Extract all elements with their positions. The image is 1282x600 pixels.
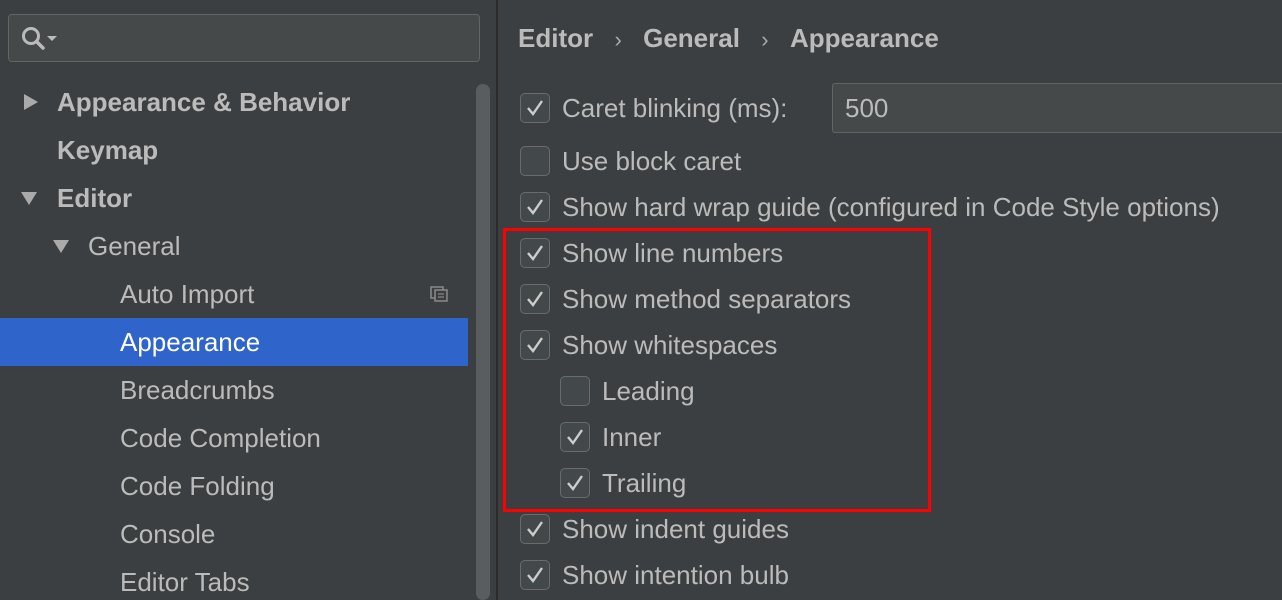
tree-item-auto-import[interactable]: Auto Import <box>0 270 468 318</box>
indent-guides-checkbox[interactable] <box>520 514 550 544</box>
tree-item-appearance[interactable]: Appearance <box>0 318 468 366</box>
checkmark-icon <box>527 521 543 537</box>
breadcrumb-item[interactable]: General <box>643 23 740 53</box>
tree-item-code-folding[interactable]: Code Folding <box>0 462 468 510</box>
highlight-annotation-box <box>503 228 931 512</box>
tree-item-label: General <box>88 231 181 261</box>
collapse-arrow-icon[interactable] <box>52 222 72 270</box>
tree-item-console[interactable]: Console <box>0 510 468 558</box>
tree-item-general[interactable]: General <box>0 222 468 270</box>
sidebar-scrollbar-thumb[interactable] <box>476 84 490 600</box>
collapse-arrow-icon[interactable] <box>20 174 40 222</box>
intention-bulb-label: Show intention bulb <box>562 560 789 590</box>
checkmark-icon <box>527 100 543 116</box>
tree-item-appearance-behavior[interactable]: Appearance & Behavior <box>0 78 468 126</box>
indent-guides-label: Show indent guides <box>562 514 789 544</box>
tree-item-code-completion[interactable]: Code Completion <box>0 414 468 462</box>
breadcrumb-item[interactable]: Editor <box>518 23 593 53</box>
caret-blinking-checkbox[interactable] <box>520 93 550 123</box>
expand-arrow-icon[interactable] <box>22 78 42 126</box>
tree-item-label: Editor <box>57 183 133 213</box>
settings-main-panel: Editor › General › Appearance Caret blinking… <box>498 0 1282 600</box>
use-block-caret-checkbox[interactable] <box>520 146 550 176</box>
tree-item-keymap[interactable]: Keymap <box>0 126 468 174</box>
tree-item-label: Code Folding <box>120 471 275 501</box>
breadcrumb: Editor › General › Appearance <box>518 18 939 58</box>
search-box[interactable] <box>8 14 480 62</box>
hard-wrap-guide-checkbox[interactable] <box>520 192 550 222</box>
tree-item-label: Auto Import <box>120 279 255 309</box>
breadcrumb-item[interactable]: Appearance <box>790 23 939 53</box>
hard-wrap-guide-label: Show hard wrap guide (configured in Code… <box>562 192 1220 222</box>
tree-item-label: Editor Tabs <box>120 567 250 597</box>
tree-item-label: Keymap <box>57 135 159 165</box>
tree-item-label: Breadcrumbs <box>120 375 275 405</box>
checkmark-icon <box>527 199 543 215</box>
caret-blinking-label: Caret blinking (ms): <box>562 93 788 123</box>
use-block-caret-label: Use block caret <box>562 146 742 176</box>
tree-item-label: Code Completion <box>120 423 321 453</box>
copy-settings-icon <box>430 286 448 302</box>
settings-tree: Appearance & Behavior Keymap Editor Gene… <box>0 78 468 600</box>
tree-item-editor[interactable]: Editor <box>0 174 468 222</box>
search-input[interactable] <box>69 21 469 57</box>
intention-bulb-checkbox[interactable] <box>520 560 550 590</box>
checkmark-icon <box>527 567 543 583</box>
tree-item-label: Appearance <box>120 327 261 357</box>
tree-item-breadcrumbs[interactable]: Breadcrumbs <box>0 366 468 414</box>
breadcrumb-separator-icon: › <box>614 27 622 52</box>
search-icon[interactable] <box>21 26 61 52</box>
tree-item-label: Appearance & Behavior <box>57 87 351 117</box>
caret-blinking-input[interactable]: 500 <box>832 83 1282 133</box>
breadcrumb-separator-icon: › <box>761 27 769 52</box>
tree-item-editor-tabs[interactable]: Editor Tabs <box>0 558 468 600</box>
tree-item-label: Console <box>120 519 216 549</box>
settings-sidebar: Appearance & Behavior Keymap Editor Gene… <box>0 0 496 600</box>
